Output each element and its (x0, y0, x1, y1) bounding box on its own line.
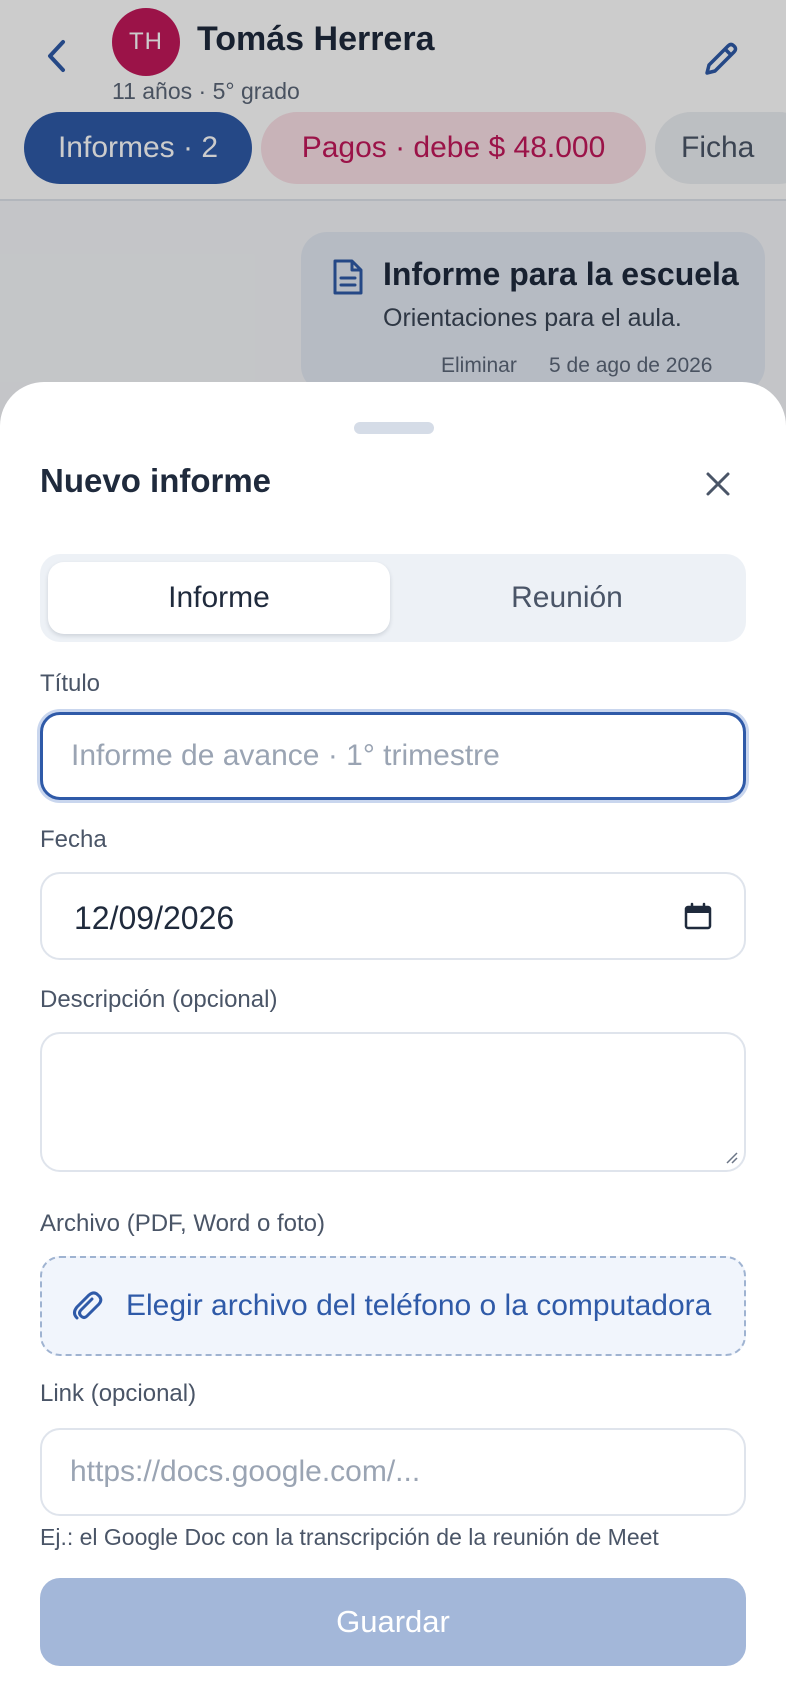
resize-grip-icon[interactable] (722, 1148, 738, 1164)
description-textarea[interactable] (40, 1032, 746, 1172)
segment-meeting[interactable]: Reunión (396, 562, 738, 634)
file-picker-button[interactable]: Elegir archivo del teléfono o la computa… (40, 1256, 746, 1356)
file-label: Archivo (PDF, Word o foto) (40, 1210, 325, 1237)
title-label: Título (40, 670, 101, 697)
description-label: Descripción (opcional) (40, 986, 278, 1013)
title-input[interactable] (40, 712, 746, 800)
segment-report[interactable]: Informe (48, 562, 390, 634)
close-icon (706, 472, 730, 496)
link-hint: Ej.: el Google Doc con la transcripción … (40, 1524, 659, 1550)
date-value: 12/09/2026 (74, 900, 235, 936)
save-button[interactable]: Guardar (40, 1578, 746, 1666)
date-label: Fecha (40, 826, 107, 853)
sheet-grabber[interactable] (354, 422, 434, 434)
calendar-button[interactable] (680, 898, 716, 934)
date-input[interactable]: 12/09/2026 (40, 872, 746, 960)
link-label: Link (opcional) (40, 1380, 197, 1407)
link-input[interactable] (40, 1428, 746, 1516)
close-button[interactable] (698, 464, 738, 504)
new-report-sheet: Nuevo informe Informe Reunión Título Fec… (0, 382, 786, 1704)
calendar-icon (684, 902, 712, 930)
paperclip-icon (73, 1291, 103, 1320)
file-picker-label: Elegir archivo del teléfono o la computa… (126, 1289, 712, 1322)
type-segmented-control: Informe Reunión (40, 554, 746, 642)
sheet-title: Nuevo informe (40, 462, 272, 499)
